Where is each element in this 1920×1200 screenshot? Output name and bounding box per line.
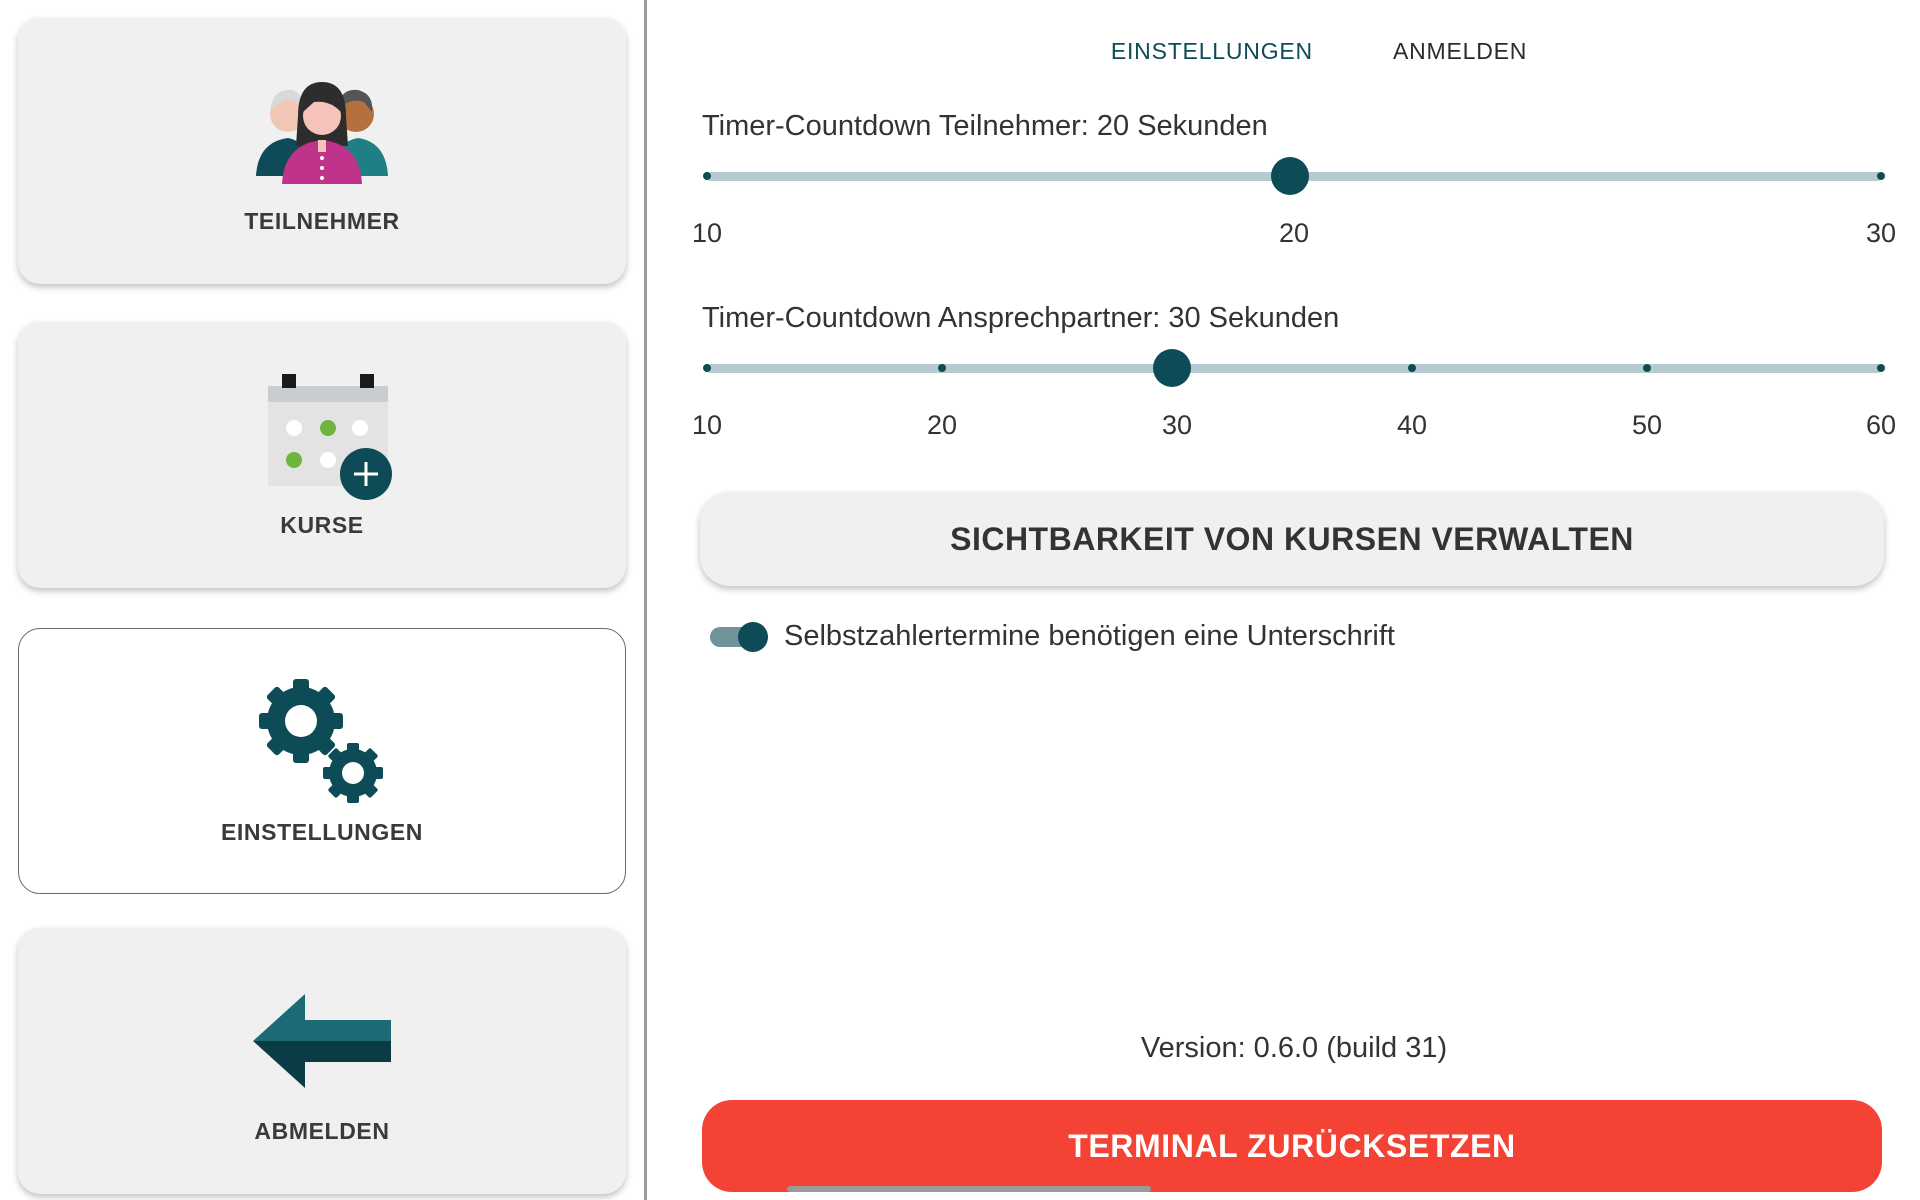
sidebar-item-courses[interactable]: KURSE	[18, 322, 626, 588]
slider-tick-label: 30	[1865, 218, 1897, 248]
home-indicator	[787, 1186, 1151, 1192]
signature-toggle-row: Selbstzahlertermine benötigen eine Unter…	[710, 620, 1395, 653]
tab-settings[interactable]: EINSTELLUNGEN	[1111, 38, 1313, 65]
sidebar: TEILNEHMER KURSE EINSTELLUNGEN ABMELDEN	[0, 0, 644, 1200]
slider-tick-label: 30	[1161, 410, 1193, 440]
contact-timer-slider[interactable]	[706, 364, 1882, 373]
slider-tick	[1877, 364, 1885, 372]
slider-tick	[1877, 172, 1885, 180]
slider-tick-label: 40	[1396, 410, 1428, 440]
slider-tick-label: 10	[691, 410, 723, 440]
settings-panel: EINSTELLUNGEN ANMELDEN Timer-Countdown T…	[648, 0, 1920, 1200]
participants-icon	[247, 66, 397, 196]
slider-tick	[1643, 364, 1651, 372]
participant-timer-thumb[interactable]	[1271, 157, 1309, 195]
sidebar-item-label: EINSTELLUNGEN	[220, 819, 424, 845]
slider-tick-label: 20	[1278, 218, 1310, 248]
calendar-add-icon	[247, 370, 397, 500]
signature-toggle-label: Selbstzahlertermine benötigen eine Unter…	[784, 620, 1395, 652]
sidebar-item-label: ABMELDEN	[254, 1118, 390, 1144]
sidebar-item-participants[interactable]: TEILNEHMER	[18, 18, 626, 284]
signature-toggle[interactable]	[710, 621, 768, 652]
contact-timer-title: Timer-Countdown Ansprechpartner: 30 Seku…	[702, 302, 1340, 334]
slider-tick	[938, 364, 946, 372]
slider-tick	[1408, 364, 1416, 372]
slider-tick-label: 20	[926, 410, 958, 440]
slider-tick-label: 10	[691, 218, 723, 248]
sidebar-divider	[644, 0, 647, 1200]
slider-tick	[703, 172, 711, 180]
gears-icon	[247, 677, 397, 807]
contact-timer-thumb[interactable]	[1153, 349, 1191, 387]
slider-tick-label: 50	[1631, 410, 1663, 440]
participant-timer-title: Timer-Countdown Teilnehmer: 20 Sekunden	[702, 110, 1268, 142]
manage-course-visibility-button[interactable]: SICHTBARKEIT VON KURSEN VERWALTEN	[700, 492, 1884, 586]
slider-tick	[703, 364, 711, 372]
version-text: Version: 0.6.0 (build 31)	[1140, 1032, 1448, 1064]
slider-tick-label: 60	[1865, 410, 1897, 440]
tab-bar: EINSTELLUNGEN ANMELDEN	[648, 38, 1920, 65]
tab-login[interactable]: ANMELDEN	[1393, 38, 1527, 65]
toggle-knob	[738, 621, 768, 652]
sidebar-item-logout[interactable]: ABMELDEN	[18, 928, 626, 1194]
sidebar-item-label: TEILNEHMER	[244, 208, 400, 234]
reset-terminal-button[interactable]: TERMINAL ZURÜCKSETZEN	[702, 1100, 1882, 1192]
sidebar-item-label: KURSE	[280, 512, 364, 538]
sidebar-item-settings[interactable]: EINSTELLUNGEN	[18, 628, 626, 894]
arrow-left-icon	[247, 976, 397, 1106]
